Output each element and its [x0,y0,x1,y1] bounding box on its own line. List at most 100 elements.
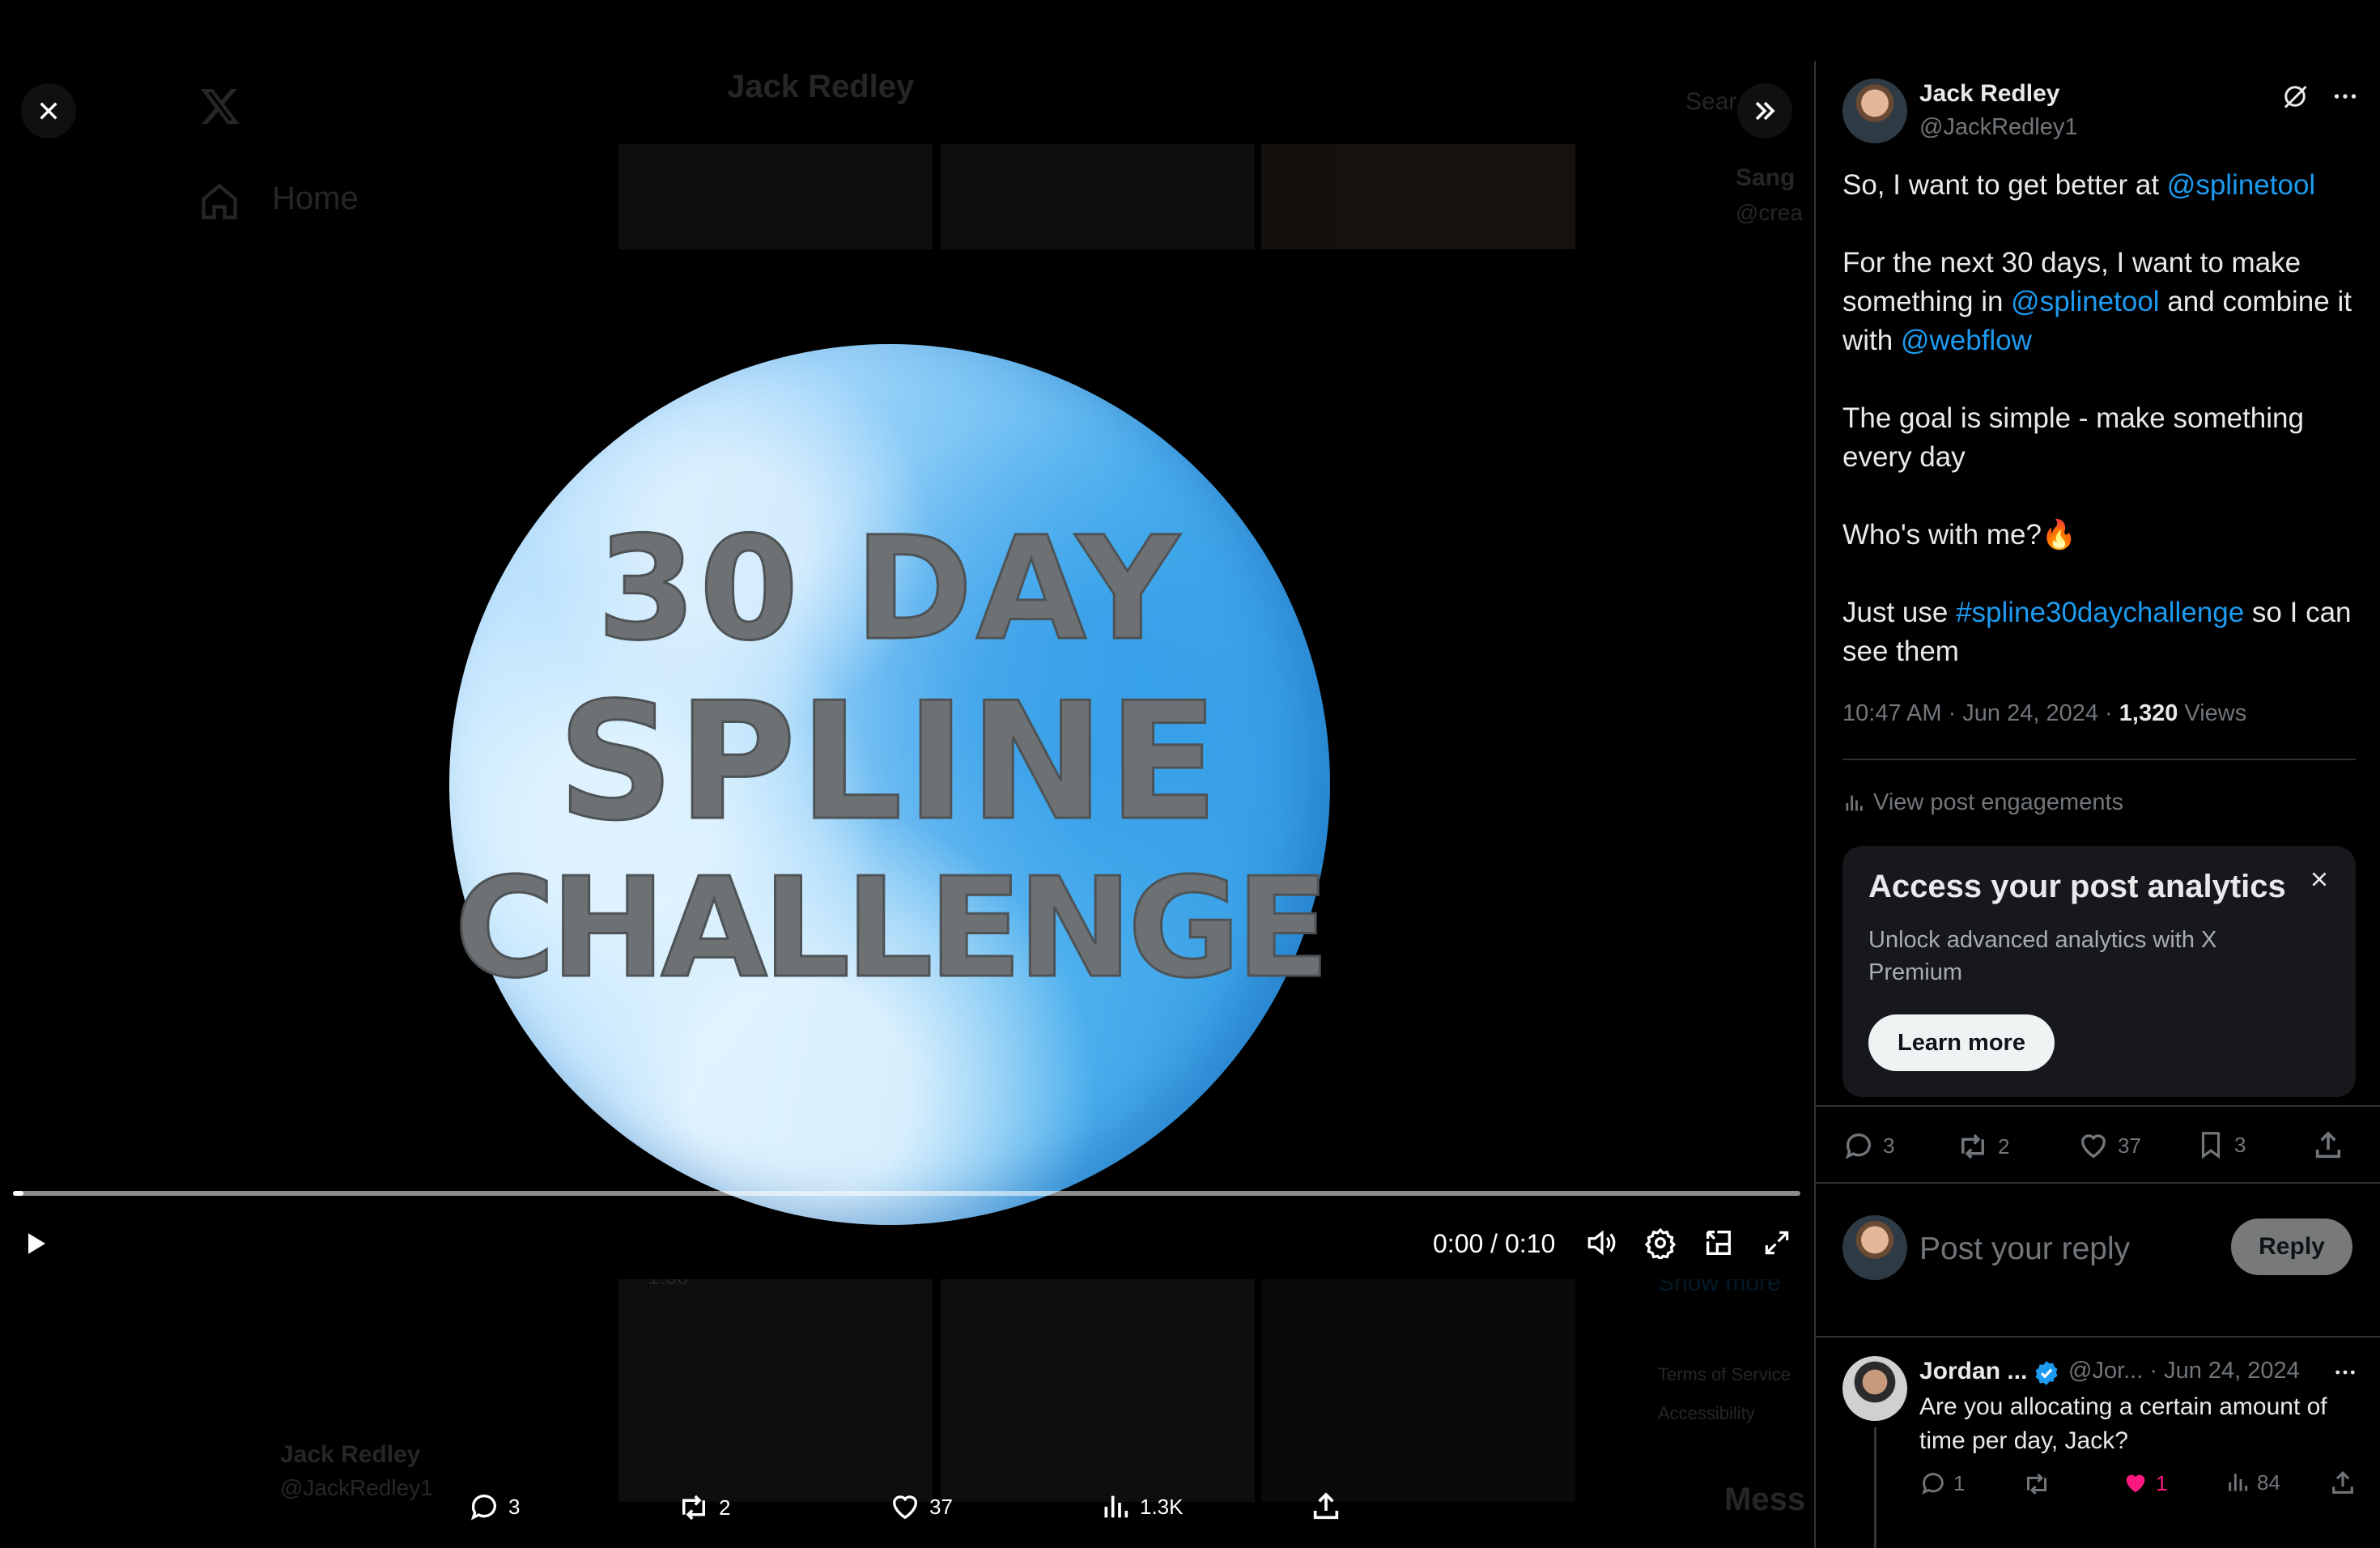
grok-button[interactable] [2277,79,2313,114]
post-text-link[interactable]: @splinetool [2011,286,2159,317]
repost-icon [2027,1473,2046,1495]
heart-icon [892,1495,918,1520]
commenter-name[interactable]: Jordan ... [1919,1358,2027,1385]
video-frame-text: 30 DAY SPLINE CHALLENGE [449,517,1331,1009]
heart-icon [2080,1134,2106,1159]
suggest-name: Sang [1736,164,1796,191]
video-text-line-2: SPLINE [556,668,1222,857]
viewer-views-count: 1.3K [1140,1494,1184,1519]
comment-views-button[interactable]: 84 [2225,1469,2280,1495]
mute-button[interactable] [1582,1223,1622,1263]
viewer-reply-count: 3 [508,1494,521,1519]
play-button[interactable] [13,1221,58,1266]
post-timestamp[interactable]: 10:47 AM · Jun 24, 2024 · [1842,700,2119,726]
post-text-link[interactable]: @webflow [1901,325,2032,356]
close-icon [40,102,57,120]
author-handle[interactable]: @JackRedley1 [1919,114,2077,141]
pip-button[interactable] [1698,1223,1739,1263]
footer-account-name: Jack Redley [280,1441,421,1468]
reply-input[interactable]: Post your reply [1919,1231,2130,1267]
bookmark-count: 3 [2234,1132,2246,1157]
reply-count: 3 [1883,1133,1895,1158]
home-icon [202,183,237,219]
repost-button[interactable]: 2 [1956,1129,2009,1163]
reply-icon [1845,1133,1871,1159]
reply-composer: Post your reply Reply [1816,1194,2380,1316]
viewer-reply-button[interactable]: 3 [468,1491,520,1523]
viewer-repost-count: 2 [719,1495,731,1520]
reply-button[interactable]: 3 [1842,1129,1894,1162]
post-views-label: Views [2178,700,2247,726]
video-time-readout: 0:00 / 0:10 [1433,1229,1556,1258]
post-text-segment: So, I want to get better at [1842,169,2167,201]
fullscreen-button[interactable] [1757,1223,1797,1263]
post-meta: 10:47 AM · Jun 24, 2024 · 1,320 Views [1842,700,2246,727]
comment-reply-count: 1 [1953,1470,1966,1495]
share-icon [1313,1492,1339,1520]
viewer-repost-button[interactable]: 2 [677,1491,730,1525]
views-icon [2229,1474,2248,1491]
close-viewer-button[interactable] [21,83,76,138]
commenter-meta: @Jor... · Jun 24, 2024 [2068,1358,2300,1384]
verified-badge-icon [2035,1361,2058,1385]
profile-header-name: Jack Redley [727,69,915,104]
suggest-handle: @crea [1736,200,1803,225]
terms-link: Terms of Service [1658,1364,1791,1384]
reply-submit-button[interactable]: Reply [2231,1218,2352,1275]
learn-more-button[interactable]: Learn more [1868,1014,2055,1071]
viewer-share-button[interactable] [1310,1491,1342,1523]
more-dots-icon [2335,1370,2355,1375]
viewer-action-bar: 3 2 37 1.3K [0,1486,1813,1534]
current-user-avatar [1842,1215,1907,1280]
comment-text: Are you allocating a certain amount of t… [1919,1393,2327,1454]
share-icon [2332,1471,2353,1494]
repost-icon [682,1495,705,1520]
divider [1816,1336,2380,1337]
comment-like-count: 1 [2156,1470,2168,1495]
bookmark-button[interactable]: 3 [2195,1129,2246,1160]
share-icon [2315,1131,2341,1159]
post-text-link[interactable]: @splinetool [2167,169,2315,201]
volume-icon [1587,1230,1616,1256]
more-options-button[interactable] [2327,79,2363,114]
view-engagements-link[interactable]: View post engagements [1842,789,2123,816]
comment-repost-button[interactable] [2022,1469,2051,1499]
repost-icon [1961,1133,1984,1159]
author-name[interactable]: Jack Redley [1919,80,2059,108]
viewer-like-button[interactable]: 37 [889,1491,953,1523]
divider [1842,759,2356,760]
post-views-count: 1,320 [2119,700,2178,726]
share-button[interactable] [2312,1129,2344,1162]
viewer-views-button[interactable]: 1.3K [1099,1491,1184,1523]
accessibility-link: Accessibility [1658,1403,1755,1423]
nav-home-label: Home [272,181,359,216]
picture-in-picture-icon [1706,1231,1731,1255]
post-text-link[interactable]: #spline30daychallenge [1956,597,2244,628]
reply-icon [1922,1473,1944,1495]
video-progress-bar[interactable] [13,1191,1800,1196]
comment-like-button[interactable]: 1 [2122,1469,2167,1497]
video-player[interactable]: 30 DAY SPLINE CHALLENGE [0,251,1813,1279]
media-viewer: Home Jack Redley Sear Sang @crea 1:00 Sh… [0,0,1813,1548]
comment-more-button[interactable] [2327,1358,2363,1387]
like-button[interactable]: 37 [2077,1129,2141,1162]
comment-share-button[interactable] [2329,1469,2357,1497]
comment-views-count: 84 [2257,1469,2280,1495]
repost-count: 2 [1998,1133,2010,1159]
comment-reply-button[interactable]: 1 [1919,1469,1965,1497]
toggle-panel-button[interactable] [1737,83,1792,138]
commenter-avatar[interactable] [1842,1356,1907,1421]
divider [1816,1105,2380,1107]
video-text-line-3: CHALLENGE [453,848,1331,1009]
post-text-segment: The goal is simple - make something ever… [1842,402,2304,628]
x-logo-icon [200,88,240,125]
settings-button[interactable] [1640,1223,1681,1263]
analytics-promo-card: Access your post analytics Unlock advanc… [1842,846,2356,1097]
post-text: So, I want to get better at @splinetool … [1842,166,2369,671]
post-action-bar: 3 2 37 3 [1842,1121,2361,1170]
promo-description: Unlock advanced analytics with X Premium [1868,927,2217,985]
reply-item[interactable]: Jordan ... @Jor... · Jun 24, 2024 Are yo… [1816,1340,2380,1548]
promo-close-button[interactable] [2309,869,2330,894]
author-avatar[interactable] [1842,79,1907,143]
promo-title: Access your post analytics [1868,869,2286,904]
